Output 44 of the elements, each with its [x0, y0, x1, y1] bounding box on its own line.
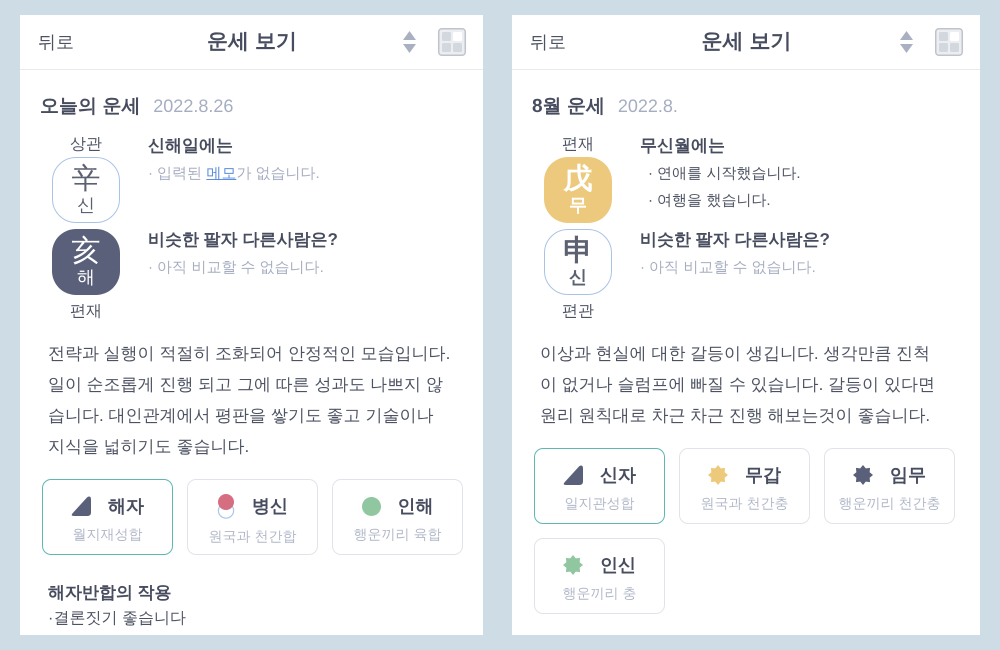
relation-card[interactable]: 인해 행운끼리 육합 [332, 479, 463, 555]
hanja-character: 辛 [72, 164, 100, 195]
sort-icon[interactable] [900, 31, 913, 53]
relation-card[interactable]: 해자 월지재성합 [42, 479, 173, 555]
pillar-label: 편재 [70, 302, 102, 322]
sort-icon[interactable] [403, 31, 416, 53]
hanja-character: 申 [564, 236, 592, 267]
note-title: 무신월에는 [640, 135, 726, 157]
hanja-character: 亥 [72, 236, 100, 267]
pillar-label: 편재 [562, 135, 594, 155]
back-button[interactable]: 뒤로 [530, 31, 566, 53]
effect-title: 해자반합의 작용 [48, 582, 173, 604]
note-line: · 입력된 메모가 없습니다. [148, 164, 321, 184]
note-title: 신해일에는 [148, 135, 234, 157]
fortune-text: 이상과 현실에 대한 갈등이 생깁니다. 생각만큼 진척이 없거나 슬럼프에 빠질 수 있습니다. 갈등이 있다면 원리 원칙대로 차근 차근 진행 해보는것이 좋습니다. [540, 343, 936, 427]
hangul-character: 신 [569, 267, 587, 288]
section-date: 2022.8. [618, 95, 678, 118]
effect-text: ·결론짓기 좋습니다 [48, 609, 187, 629]
back-button[interactable]: 뒤로 [38, 31, 74, 53]
page-title: 운세 보기 [702, 29, 792, 55]
relation-card[interactable]: 병신 원국과 천간합 [187, 479, 318, 555]
hanja-character: 戊 [564, 164, 592, 195]
pillar-label: 상관 [70, 135, 102, 155]
relation-card[interactable]: 신자 일지관성합 [534, 448, 665, 524]
section-date: 2022.8.26 [153, 95, 234, 118]
fortune-text: 전략과 실행이 적절히 조화되어 안정적인 모습입니다. 일이 순조롭게 진행 되고 그에 따른 성과도 나쁘지 않습니다. 대인관계에서 평판을 쌓기도 좋고 기술이나 지식을 넓히기도 좋습니다. [48, 343, 452, 458]
section-title: 8월 운세 [532, 95, 605, 119]
relation-card[interactable]: 임무 행운끼리 천간충 [824, 448, 955, 524]
note-title: 비슷한 팔자 다른사람은? [640, 229, 831, 251]
relation-card[interactable]: 인신 행운끼리 충 [534, 538, 665, 614]
grid-icon[interactable] [438, 28, 466, 56]
note-line: · 여행을 했습니다. [647, 191, 772, 211]
note-title: 비슷한 팔자 다른사람은? [148, 229, 339, 251]
hangul-character: 해 [77, 267, 95, 288]
note-line: · 아직 비교할 수 없습니다. [148, 258, 325, 278]
pillar-label: 편관 [562, 302, 594, 322]
page-title: 운세 보기 [207, 29, 297, 55]
hangul-character: 무 [569, 195, 587, 216]
note-line: · 연애를 시작했습니다. [647, 164, 802, 184]
grid-icon[interactable] [935, 28, 963, 56]
section-title: 오늘의 운세 [40, 95, 140, 119]
note-line: · 아직 비교할 수 없습니다. [640, 258, 817, 278]
hangul-character: 신 [77, 195, 95, 216]
relation-card[interactable]: 무갑 원국과 천간충 [679, 448, 810, 524]
